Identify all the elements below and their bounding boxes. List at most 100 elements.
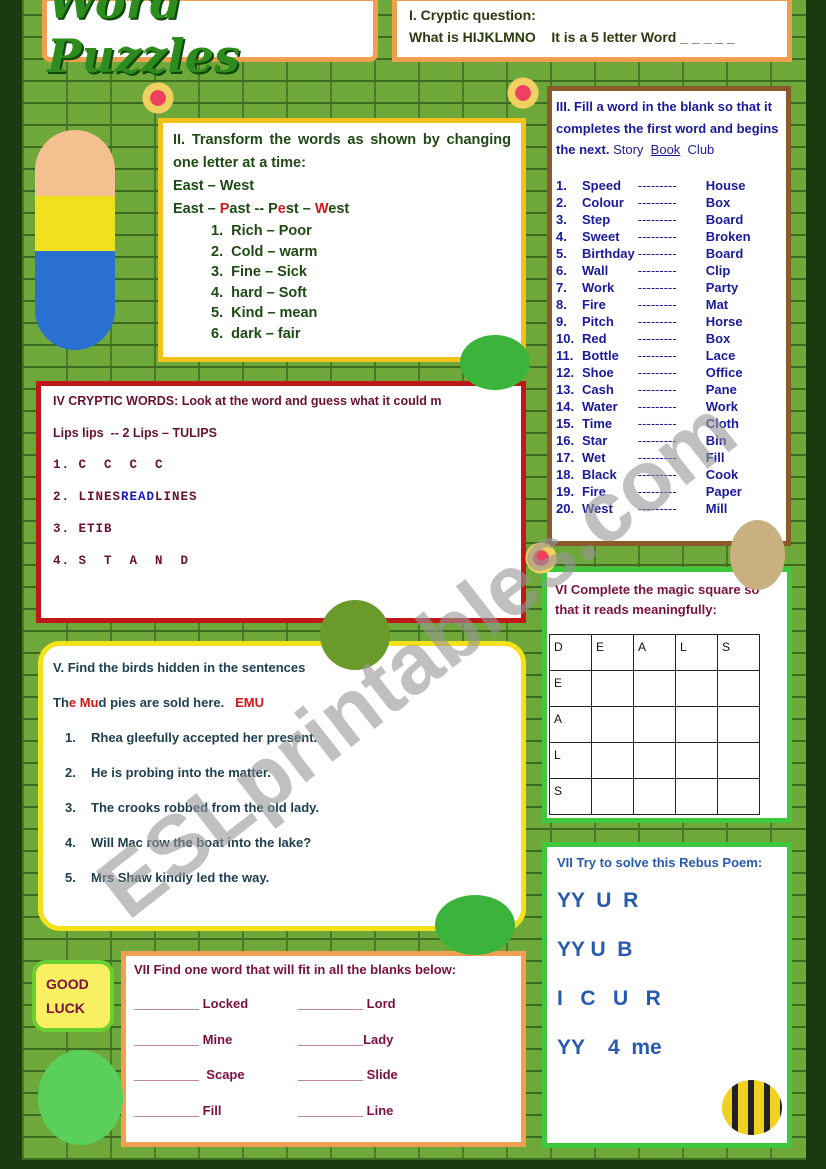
grid-cell-empty[interactable] xyxy=(717,742,760,779)
second-word: Mat xyxy=(705,296,729,312)
item-number: 19. xyxy=(556,483,575,499)
table-row: 18. Black --------- Cook xyxy=(556,466,754,483)
frog-icon xyxy=(435,895,515,955)
grid-cell-empty[interactable] xyxy=(591,670,634,707)
item-number: 16. xyxy=(556,432,575,448)
blank-row: _________ Scape _________ Slide xyxy=(134,1067,513,1103)
blank-dashes: --------- xyxy=(637,483,677,499)
list-item: 5. Kind – mean xyxy=(211,305,318,321)
sentence: Rhea gleefully accepted her present. xyxy=(91,730,318,745)
item-number: 13. xyxy=(556,381,575,397)
second-word: Box xyxy=(705,194,731,210)
grid-cell-empty[interactable] xyxy=(633,742,676,779)
second-word: Cloth xyxy=(705,415,739,431)
blank-dashes: --------- xyxy=(637,245,677,261)
highlight: e xyxy=(277,201,286,217)
blank-dashes: --------- xyxy=(637,398,677,414)
frog-icon xyxy=(38,1050,123,1145)
list-item: 2. He is probing into the matter. xyxy=(53,765,511,800)
grid-cell-empty[interactable] xyxy=(717,778,760,815)
item-number: 1. xyxy=(556,177,567,193)
item-number: 3. xyxy=(556,211,567,227)
second-word: Fill xyxy=(705,449,725,465)
example-word: Story xyxy=(613,142,644,157)
grid-cell-empty[interactable] xyxy=(633,670,676,707)
grid-cell-empty[interactable] xyxy=(633,706,676,743)
list-item: 1. Rhea gleefully accepted her present. xyxy=(53,730,511,765)
list-item: 1. Rich – Poor xyxy=(211,223,312,239)
table-row: 12. Shoe --------- Office xyxy=(556,364,754,381)
table-row: 10. Red --------- Box xyxy=(556,330,754,347)
grid-cell-empty[interactable] xyxy=(591,778,634,815)
section-cryptic-words: IV CRYPTIC WORDS: Look at the word and g… xyxy=(36,381,526,623)
table-row: 16. Star --------- Bin xyxy=(556,432,754,449)
list-item: 5. Mrs Shaw kindly led the way. xyxy=(53,870,511,905)
blank-item: _________ Scape xyxy=(134,1067,245,1082)
rebus-line: YY 4 me xyxy=(557,1036,662,1059)
text: 2. LINES xyxy=(53,490,122,504)
first-word: Black xyxy=(582,466,617,482)
table-row: 4. Sweet --------- Broken xyxy=(556,228,754,245)
grid-cell-empty[interactable] xyxy=(591,706,634,743)
section-fill-blanks: VII Find one word that will fit in all t… xyxy=(121,951,526,1147)
sentence: Will Mac row the boat into the lake? xyxy=(91,835,312,850)
rebus-line: YY U R xyxy=(557,889,639,912)
grasshopper-icon xyxy=(320,600,390,670)
rebus-line: I C U R xyxy=(557,987,661,1010)
second-word: Broken xyxy=(705,228,751,244)
blank-dashes: --------- xyxy=(637,415,677,431)
luck-text: LUCK xyxy=(46,1000,85,1016)
section-heading: V. Find the birds hidden in the sentence… xyxy=(53,660,306,675)
second-word: Work xyxy=(705,398,738,414)
rebus-line: YY U B xyxy=(557,938,633,961)
grid-cell-empty[interactable] xyxy=(591,742,634,779)
sentence: Mrs Shaw kindly led the way. xyxy=(91,870,270,885)
section-heading: I. Cryptic question: xyxy=(409,7,536,23)
grid-row: S xyxy=(549,778,760,815)
list-item: 4. Will Mac row the boat into the lake? xyxy=(53,835,511,870)
example-answer: Book xyxy=(650,142,681,157)
grid-row: A xyxy=(549,706,760,743)
blank-dashes: --------- xyxy=(637,296,677,312)
grid-row: E xyxy=(549,670,760,707)
section-magic-square: VI Complete the magic square so that it … xyxy=(542,567,792,823)
grid-cell-empty[interactable] xyxy=(675,742,718,779)
table-row: 14. Water --------- Work xyxy=(556,398,754,415)
first-word: Time xyxy=(582,415,613,431)
example-line: The Mud pies are sold here. EMU xyxy=(53,695,511,730)
table-row: 15. Time --------- Cloth xyxy=(556,415,754,432)
table-row: 1. Speed --------- House xyxy=(556,177,754,194)
grid-cell-empty[interactable] xyxy=(675,670,718,707)
first-word: Cash xyxy=(582,381,614,397)
example-word: Club xyxy=(687,142,715,157)
grid-cell-empty[interactable] xyxy=(633,778,676,815)
item-number: 8. xyxy=(556,296,567,312)
second-word: Pane xyxy=(705,381,737,397)
blank-dashes: --------- xyxy=(637,466,677,482)
puzzle-item: 1. C C C C xyxy=(53,458,164,472)
grid-cell-empty[interactable] xyxy=(717,670,760,707)
first-word: Sweet xyxy=(582,228,620,244)
puzzle-item: 4. S T A N D xyxy=(53,554,190,568)
highlight: W xyxy=(314,201,329,217)
item-number: 5. xyxy=(65,870,76,885)
second-word: Bin xyxy=(705,432,727,448)
first-word: Fire xyxy=(582,296,606,312)
grid-cell-empty[interactable] xyxy=(675,778,718,815)
text: ast -- P xyxy=(229,201,278,217)
item-number: 1. xyxy=(65,730,76,745)
example-line: East – West xyxy=(173,178,255,194)
first-word: Colour xyxy=(582,194,624,210)
grid-cell-empty[interactable] xyxy=(675,706,718,743)
blank-item: _________ Fill xyxy=(134,1102,222,1118)
item-number: 2. xyxy=(556,194,567,210)
list-item: 3. The crooks robbed from the old lady. xyxy=(53,800,511,835)
first-word: Water xyxy=(582,398,618,414)
sentence: The crooks robbed from the old lady. xyxy=(91,800,320,815)
list-item: 4. hard – Soft xyxy=(211,284,307,301)
first-word: Fire xyxy=(582,483,606,499)
scarecrow-icon xyxy=(730,520,785,590)
grid-cell-empty[interactable] xyxy=(717,706,760,743)
blank-row: _________ Mine _________Lady xyxy=(134,1032,513,1068)
section-heading: VII Try to solve this Rebus Poem: xyxy=(557,855,763,870)
